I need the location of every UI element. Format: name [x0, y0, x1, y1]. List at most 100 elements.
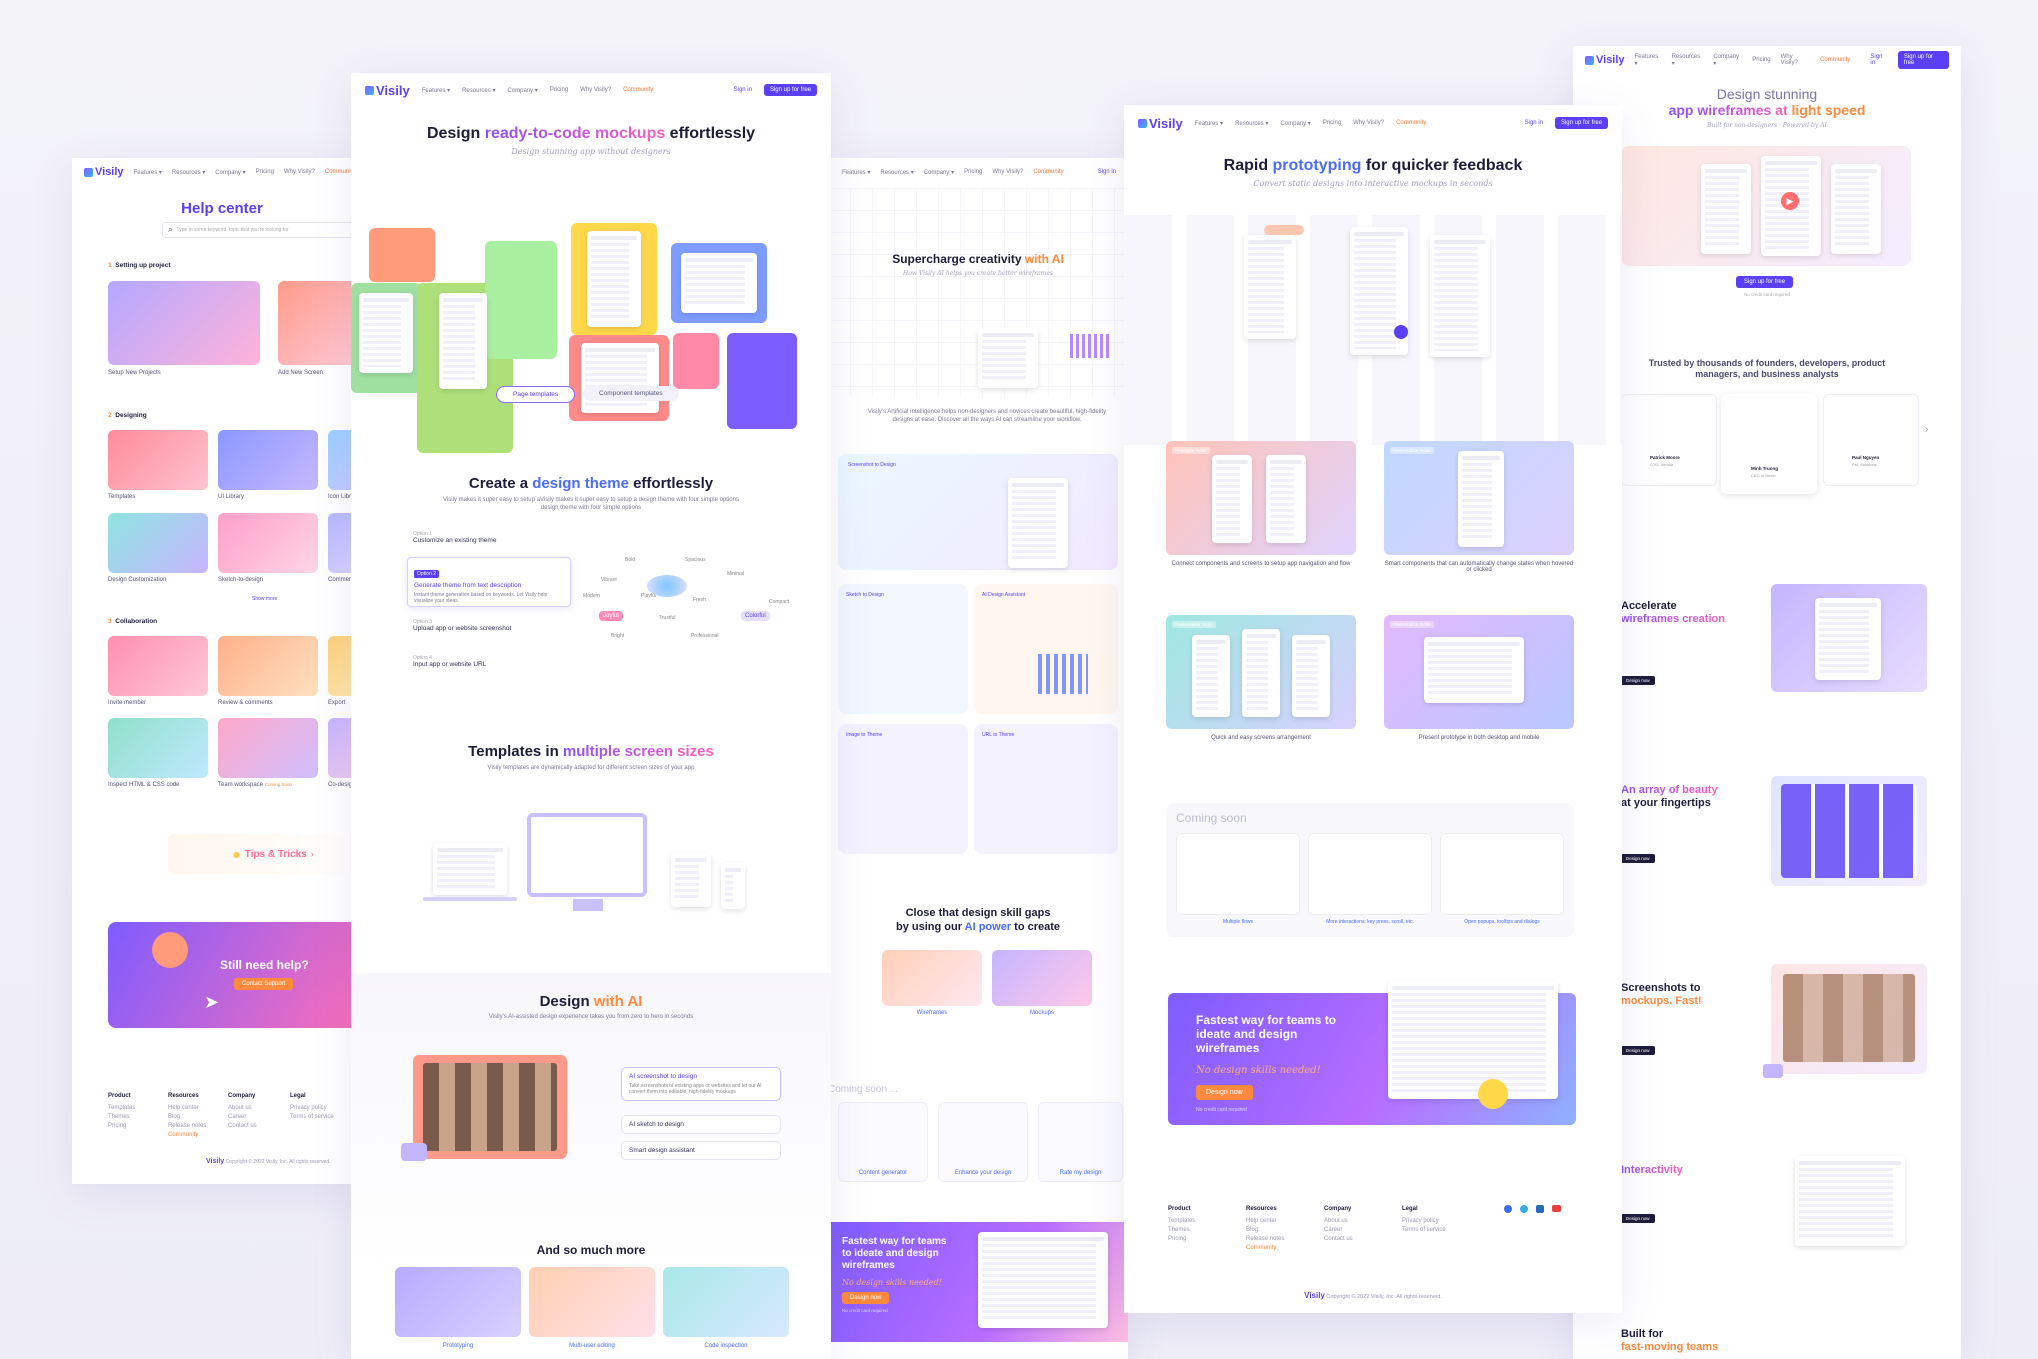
nav-features[interactable]: Features ▾ — [134, 169, 162, 176]
proto-feature-connect[interactable]: Prototype mode — [1166, 441, 1356, 555]
tips-banner[interactable]: ● Tips & Tricks › — [168, 834, 372, 874]
visily-logo[interactable]: Visily — [84, 166, 124, 178]
templates-card[interactable] — [108, 430, 208, 490]
main-signup-nav[interactable]: Sign up for free — [763, 84, 817, 96]
landing-title-2: app wireframes at light speed — [1668, 102, 1866, 118]
landing-signup-button[interactable]: Sign up for free — [1736, 276, 1794, 288]
ai-cta-title: Fastest way for teams to ideate and desi… — [842, 1236, 947, 1271]
theme-option-3[interactable]: Option 3 Upload app or website screensho… — [413, 619, 511, 632]
landing-feature-1-title: Accelerate wireframes creation — [1621, 600, 1725, 625]
ai-feature-url-theme[interactable]: URL to Theme — [974, 724, 1118, 854]
facebook-icon[interactable] — [1504, 1205, 1512, 1213]
section-designing: 2 Designing — [108, 412, 147, 419]
nav-resources[interactable]: Resources ▾ — [172, 169, 205, 176]
review-comments-label: Review & comments — [218, 700, 273, 706]
templates-title: Templates in multiple screen sizes — [468, 743, 714, 760]
main-hero-collage — [351, 223, 831, 503]
proto-feature-present[interactable]: Presentation mode — [1384, 615, 1574, 729]
proto-feature-smart[interactable]: Presentation mode — [1384, 441, 1574, 555]
linkedin-icon[interactable] — [1536, 1205, 1544, 1213]
ai-feature-screenshot[interactable]: Screenshot to Design — [838, 454, 1118, 570]
ai-feature-sketch[interactable]: Sketch to Design — [838, 584, 968, 714]
proto-footer-product: Product Templates Themes Pricing — [1168, 1206, 1196, 1242]
show-more-link[interactable]: Show more — [252, 596, 277, 602]
nav-pricing[interactable]: Pricing — [256, 169, 274, 175]
camera-icon — [401, 1143, 427, 1161]
more-code-card[interactable] — [663, 1267, 789, 1337]
ai-option-screenshot[interactable]: AI screenshot to design Take screenshots… — [621, 1067, 781, 1101]
landing-feature-4-title: Interactivity — [1621, 1164, 1683, 1176]
proto-connect-caption: Connect components and screens to setup … — [1171, 561, 1351, 567]
ai-wireframes-label: Wireframes — [916, 1010, 948, 1016]
ui-library-card[interactable] — [218, 430, 318, 490]
review-comments-card[interactable] — [218, 636, 318, 696]
ai-option-assistant[interactable]: Smart design assistant — [621, 1141, 781, 1160]
nav-why[interactable]: Why Visily? — [284, 169, 315, 175]
landing-feature-1-image — [1771, 584, 1927, 692]
landing-feature-3-image — [1771, 964, 1927, 1074]
ai-cta-sub: No design skills needed! — [842, 1278, 942, 1287]
ai-feature-assistant[interactable]: AI Design Assistant — [974, 584, 1118, 714]
ai-feature-image-theme[interactable]: Image to Theme — [838, 724, 968, 854]
prototyping-page: Visily Features ▾ Resources ▾ Company ▾ … — [1124, 105, 1622, 1313]
ai-design-now-button[interactable]: Design now — [842, 1292, 890, 1304]
more-prototyping-label: Prototyping — [442, 1343, 474, 1349]
help-copyright: Visily Copyright © 2022 Visily, Inc. All… — [206, 1158, 331, 1165]
design-customization-card[interactable] — [108, 513, 208, 573]
theme-option-1[interactable]: Option 1 Customize an existing theme — [413, 531, 496, 544]
more-title: And so much more — [536, 1243, 646, 1257]
landing-nav: Visily Features ▾ Resources ▾ Company ▾ … — [1573, 46, 1961, 74]
main-ai-sub: Visily's AI-assisted design experience t… — [488, 1014, 694, 1020]
ai-option-sketch[interactable]: AI sketch to design — [621, 1115, 781, 1134]
inspect-code-label: Inspect HTML & CSS code — [108, 782, 180, 788]
proto-footer-resources: Resources Help center Blog Release notes Com… — [1246, 1206, 1285, 1251]
tab-component-templates[interactable]: Component templates — [583, 386, 679, 401]
tab-page-templates[interactable]: Page templates — [496, 386, 576, 403]
ai-nav: Features ▾ Resources ▾ Company ▾ Pricing… — [842, 169, 1116, 176]
testimonial-3: Paul Nguyen PM, Solutions — [1823, 394, 1919, 486]
help-footer-resources: Resources Help center Blog Release notes Com… — [168, 1093, 207, 1138]
proto-signup-nav[interactable]: Sign up for free — [1554, 117, 1608, 129]
ai-coming-soon: Coming soon ... — [828, 1084, 899, 1095]
proto-feature-arrange[interactable]: Presentation mode — [1166, 615, 1356, 729]
nav-company[interactable]: Company ▾ — [215, 169, 245, 176]
youtube-icon[interactable] — [1552, 1205, 1561, 1212]
coming-soon-badge: Coming Soon — [264, 782, 292, 787]
ai-page: Features ▾ Resources ▾ Company ▾ Pricing… — [828, 158, 1128, 1359]
landing-page: Visily Features ▾ Resources ▾ Company ▾ … — [1573, 46, 1961, 1359]
more-multiuser-label: Multi-user editing — [569, 1343, 615, 1349]
section-collaboration: 3 Collaboration — [108, 618, 158, 625]
contact-support-button[interactable]: Contact Support — [234, 978, 294, 990]
help-title: Help center — [181, 200, 263, 217]
help-footer-company: Company About us Career Contact us — [228, 1093, 257, 1129]
proto-design-now-button[interactable]: Design now — [1196, 1085, 1253, 1100]
sketch-to-design-card[interactable] — [218, 513, 318, 573]
landing-feature-4-image — [1795, 1156, 1905, 1246]
main-nav: Visily Features ▾ Resources ▾ Company ▾ … — [351, 73, 831, 107]
play-icon[interactable]: ▶ — [1781, 192, 1799, 210]
ai-close-title: Close that design skill gaps by using our… — [895, 907, 1061, 933]
help-footer-legal: Legal Privacy policy Terms of service — [290, 1093, 334, 1120]
proto-nav: Visily Features ▾ Resources ▾ Company ▾ … — [1124, 105, 1622, 141]
more-multiuser-card[interactable] — [529, 1267, 655, 1337]
ai-wireframes-card[interactable] — [882, 950, 982, 1006]
theme-option-2[interactable]: Option 2 Generate theme from text descri… — [407, 557, 571, 607]
landing-trusted: Trusted by thousands of founders, develo… — [1648, 358, 1886, 379]
inspect-code-card[interactable] — [108, 718, 208, 778]
ai-mockups-card[interactable] — [992, 950, 1092, 1006]
proto-title: Rapid prototyping for quicker feedback — [1223, 157, 1523, 174]
landing-feature-2-image — [1771, 776, 1927, 886]
section-setting-up: 1 Setting up project — [108, 262, 171, 269]
invite-member-card[interactable] — [108, 636, 208, 696]
proto-footer-legal: Legal Privacy policy Terms of service — [1402, 1206, 1446, 1233]
more-prototyping-card[interactable] — [395, 1267, 521, 1337]
landing-hero: ▶ — [1621, 146, 1911, 266]
twitter-icon[interactable] — [1520, 1205, 1528, 1213]
theme-option-4[interactable]: Option 4 Input app or website URL — [413, 655, 486, 668]
team-workspace-card[interactable] — [218, 718, 318, 778]
help-search[interactable]: ⌕ Type in some keyword, topic that you'r… — [162, 222, 372, 238]
chevron-right-icon[interactable]: › — [1925, 424, 1928, 435]
landing-signup-nav[interactable]: Sign up for free — [1897, 51, 1949, 69]
setup-projects-card[interactable] — [108, 281, 260, 365]
visily-logo-icon — [84, 167, 93, 177]
